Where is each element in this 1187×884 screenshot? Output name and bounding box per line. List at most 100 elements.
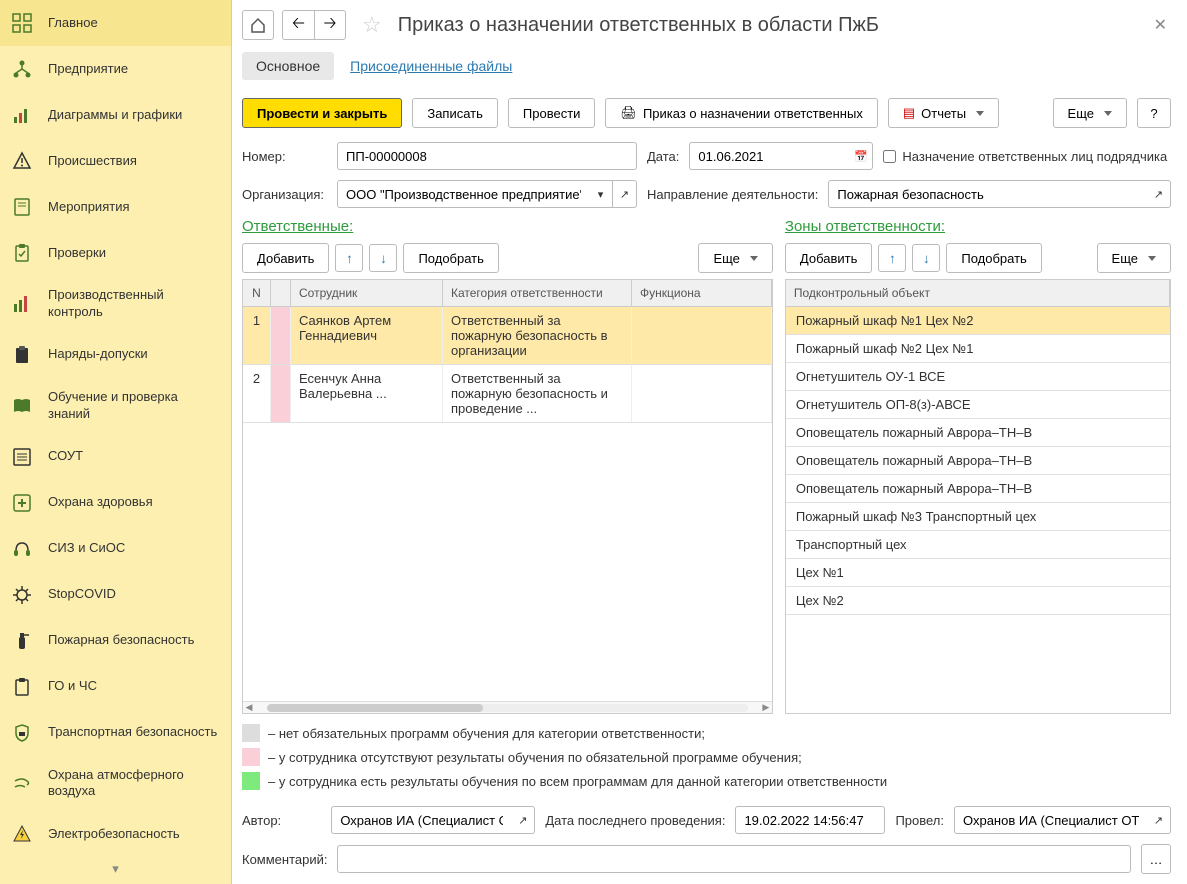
comment-expand-button[interactable]: … xyxy=(1141,844,1171,874)
list-item[interactable]: Огнетушитель ОУ-1 ВСЕ xyxy=(786,363,1170,391)
list-item[interactable]: Пожарный шкаф №1 Цех №2 xyxy=(786,307,1170,335)
sidebar-item-checks[interactable]: Проверки xyxy=(0,230,231,276)
number-input[interactable] xyxy=(337,142,637,170)
calendar-icon[interactable]: 📅 xyxy=(849,142,873,170)
sidebar-item-events[interactable]: Мероприятия xyxy=(0,184,231,230)
save-button[interactable]: Записать xyxy=(412,98,498,128)
close-button[interactable]: ✕ xyxy=(1150,15,1171,35)
list-item[interactable]: Огнетушитель ОП-8(з)-АВСЕ xyxy=(786,391,1170,419)
list-item[interactable]: Цех №1 xyxy=(786,559,1170,587)
sidebar-item-transport[interactable]: Транспортная безопасность xyxy=(0,710,231,756)
help-button[interactable]: ? xyxy=(1137,98,1171,128)
home-button[interactable] xyxy=(242,10,274,40)
zones-title: Зоны ответственности: xyxy=(785,218,1171,235)
comment-label: Комментарий: xyxy=(242,852,327,867)
open-icon[interactable]: ↗ xyxy=(1147,806,1171,834)
tabs: Основное Присоединенные файлы xyxy=(242,52,1171,80)
sidebar-item-covid[interactable]: StopCOVID xyxy=(0,572,231,618)
post-button[interactable]: Провести xyxy=(508,98,596,128)
open-icon[interactable]: ↗ xyxy=(511,806,535,834)
add-zone-button[interactable]: Добавить xyxy=(785,243,872,273)
sidebar-item-sout[interactable]: СОУТ xyxy=(0,434,231,480)
sidebar-item-label: Наряды-допуски xyxy=(48,346,148,363)
table-row[interactable]: 2Есенчук Анна Валерьевна ...Ответственны… xyxy=(243,365,772,423)
favorite-icon[interactable]: ☆ xyxy=(362,12,382,38)
contractor-checkbox[interactable]: Назначение ответственных лиц подрядчика xyxy=(883,149,1167,164)
sidebar-item-label: ГО и ЧС xyxy=(48,678,97,695)
sidebar-item-permits[interactable]: Наряды-допуски xyxy=(0,332,231,378)
sidebar-item-prod-control[interactable]: Производственный контроль xyxy=(0,276,231,332)
sidebar-item-fire[interactable]: Пожарная безопасность xyxy=(0,618,231,664)
sidebar-item-health[interactable]: Охрана здоровья xyxy=(0,480,231,526)
pick-zone-button[interactable]: Подобрать xyxy=(946,243,1041,273)
col-object[interactable]: Подконтрольный объект xyxy=(786,280,1170,306)
sidebar-item-air[interactable]: Охрана атмосферного воздуха xyxy=(0,756,231,812)
list-item[interactable]: Цех №2 xyxy=(786,587,1170,615)
back-button[interactable]: 🡠 xyxy=(282,10,314,40)
sidebar-item-label: СИЗ и СиОС xyxy=(48,540,125,557)
sidebar-item-electro[interactable]: Электробезопасность xyxy=(0,811,231,857)
printer-icon: 🖨 xyxy=(620,105,637,121)
sidebar-item-go[interactable]: ГО и ЧС xyxy=(0,664,231,710)
sidebar-item-enterprise[interactable]: Предприятие xyxy=(0,46,231,92)
date-input[interactable] xyxy=(689,142,849,170)
sidebar-item-label: Главное xyxy=(48,15,98,32)
print-button[interactable]: 🖨Приказ о назначении ответственных xyxy=(605,98,877,128)
post-close-button[interactable]: Провести и закрыть xyxy=(242,98,402,128)
open-icon[interactable]: ↗ xyxy=(613,180,637,208)
col-n[interactable]: N xyxy=(243,280,271,306)
sidebar-item-charts[interactable]: Диаграммы и графики xyxy=(0,92,231,138)
tab-files[interactable]: Присоединенные файлы xyxy=(350,52,526,80)
headphones-icon xyxy=(10,537,34,561)
list-item[interactable]: Пожарный шкаф №2 Цех №1 xyxy=(786,335,1170,363)
col-function[interactable]: Функциона xyxy=(632,280,772,306)
cell-category: Ответственный за пожарную безопасность в… xyxy=(443,307,632,364)
posted-input[interactable] xyxy=(954,806,1147,834)
sidebar-item-label: Охрана атмосферного воздуха xyxy=(48,767,221,801)
more-zones-button[interactable]: Еще xyxy=(1097,243,1171,273)
list-item[interactable]: Транспортный цех xyxy=(786,531,1170,559)
sidebar-item-ppe[interactable]: СИЗ и СиОС xyxy=(0,526,231,572)
add-responsible-button[interactable]: Добавить xyxy=(242,243,329,273)
sidebar-item-label: Пожарная безопасность xyxy=(48,632,194,649)
list-item[interactable]: Пожарный шкаф №3 Транспортный цех xyxy=(786,503,1170,531)
list-icon xyxy=(10,445,34,469)
forward-button[interactable]: 🡢 xyxy=(314,10,346,40)
responsible-table: N Сотрудник Категория ответственности Фу… xyxy=(242,279,773,714)
reports-button[interactable]: ▤Отчеты xyxy=(888,98,999,128)
list-item[interactable]: Оповещатель пожарный Аврора–ТН–В xyxy=(786,475,1170,503)
open-icon[interactable]: ↗ xyxy=(1147,180,1171,208)
bolt-icon xyxy=(10,822,34,846)
direction-input[interactable] xyxy=(828,180,1147,208)
comment-input[interactable] xyxy=(337,845,1131,873)
horizontal-scrollbar[interactable]: ◀ ▶ xyxy=(243,701,772,713)
lastpost-input[interactable] xyxy=(735,806,885,834)
more-button[interactable]: Еще xyxy=(1053,98,1127,128)
tab-main[interactable]: Основное xyxy=(242,52,334,80)
sidebar-item-training[interactable]: Обучение и проверка знаний xyxy=(0,378,231,434)
sidebar-item-label: Мероприятия xyxy=(48,199,130,216)
dropdown-icon[interactable]: ▾ xyxy=(589,180,613,208)
sidebar-item-incidents[interactable]: Происшествия xyxy=(0,138,231,184)
col-employee[interactable]: Сотрудник xyxy=(291,280,443,306)
move-up-button[interactable]: ↑ xyxy=(335,244,363,272)
move-down-button[interactable]: ↓ xyxy=(369,244,397,272)
org-input[interactable] xyxy=(337,180,589,208)
col-category[interactable]: Категория ответственности xyxy=(443,280,632,306)
sidebar-item-main[interactable]: Главное xyxy=(0,0,231,46)
list-item[interactable]: Оповещатель пожарный Аврора–ТН–В xyxy=(786,447,1170,475)
list-item[interactable]: Оповещатель пожарный Аврора–ТН–В xyxy=(786,419,1170,447)
zone-move-down-button[interactable]: ↓ xyxy=(912,244,940,272)
more-responsible-button[interactable]: Еще xyxy=(698,243,772,273)
zone-move-up-button[interactable]: ↑ xyxy=(878,244,906,272)
sidebar-item-label: Происшествия xyxy=(48,153,137,170)
table-row[interactable]: 1Саянков Артем ГеннадиевичОтветственный … xyxy=(243,307,772,365)
medical-icon xyxy=(10,491,34,515)
author-input[interactable] xyxy=(331,806,511,834)
direction-label: Направление деятельности: xyxy=(647,187,818,202)
pick-responsible-button[interactable]: Подобрать xyxy=(403,243,498,273)
legend-green-icon xyxy=(242,772,260,790)
cell-employee: Саянков Артем Геннадиевич xyxy=(291,307,443,364)
header: 🡠 🡢 ☆ Приказ о назначении ответственных … xyxy=(242,10,1171,40)
sidebar-collapse[interactable]: ▾ xyxy=(0,857,231,881)
